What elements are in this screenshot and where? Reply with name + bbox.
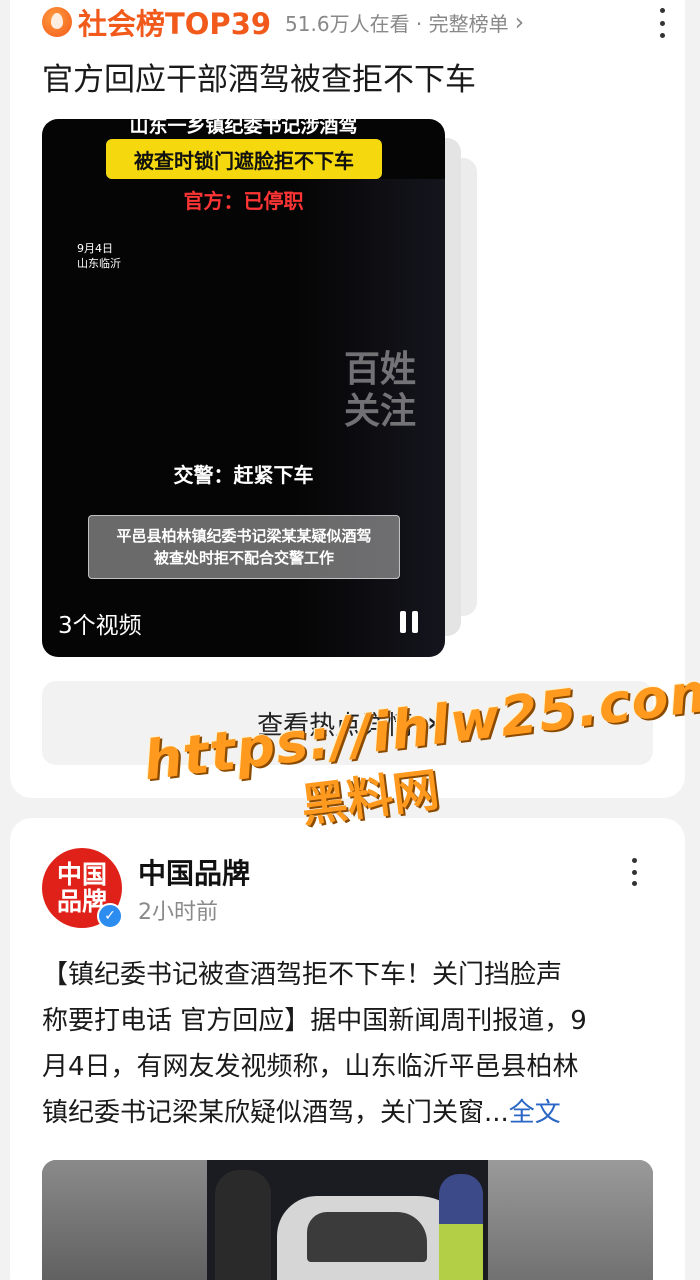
video-caption-line1: 平邑县柏林镇纪委书记梁某某疑似酒驾 (116, 527, 372, 545)
post-text-line4: 镇纪委书记梁某欣疑似酒驾，关门关窗... (42, 1098, 509, 1128)
verified-icon: ✓ (97, 903, 123, 929)
chevron-right-icon: › (427, 708, 438, 738)
video-yellow-banner: 被查时锁门遮脸拒不下车 (106, 139, 382, 179)
police-vest-shape (439, 1224, 483, 1280)
avatar-text-line1: 中国 (56, 860, 107, 889)
post-image[interactable] (42, 1160, 653, 1280)
more-dots-icon[interactable] (652, 8, 672, 38)
rank-meta[interactable]: 51.6万人在看 · 完整榜单 (285, 8, 509, 37)
video-location-line: 山东临沂 (77, 257, 121, 270)
trending-headline[interactable]: 官方回应干部酒驾被查拒不下车 (42, 54, 476, 99)
person-shape (215, 1170, 271, 1280)
post-text-line: 镇纪委书记梁某欣疑似酒驾，关门关窗...全文 (42, 1090, 660, 1136)
post-time: 2小时前 (138, 900, 218, 925)
car-window-shape (307, 1212, 427, 1262)
post-text-line: 月4日，有网友发视频称，山东临沂平邑县柏林 (42, 1052, 579, 1082)
fire-icon (42, 7, 72, 37)
full-text-link[interactable]: 全文 (509, 1098, 561, 1128)
video-red-text: 官方：已停职 (183, 189, 304, 213)
rank-header[interactable]: 社会榜TOP39 51.6万人在看 · 完整榜单 › (42, 4, 525, 41)
video-watermark: 百姓 关注 (344, 349, 424, 433)
video-count: 3个视频 (58, 613, 142, 639)
view-details-label: 查看热点详情 (257, 710, 414, 741)
post-text-line: 称要打电话 官方回应】据中国新闻周刊报道，9 (42, 1006, 587, 1036)
video-watermark-line1: 百姓 (344, 349, 417, 390)
post-image-blur-right (488, 1160, 653, 1280)
video-date: 9月4日 山东临沂 (77, 241, 121, 271)
post-body[interactable]: 【镇纪委书记被查酒驾拒不下车！关门挡脸声 称要打电话 官方回应】据中国新闻周刊报… (42, 952, 660, 1136)
video-watermark-line2: 关注 (344, 391, 417, 432)
more-dots-icon[interactable] (624, 858, 644, 886)
video-date-line: 9月4日 (77, 242, 113, 255)
video-player[interactable]: 山东一乡镇纪委书记涉酒驾 被查时锁门遮脸拒不下车 官方：已停职 9月4日 山东临… (42, 119, 445, 657)
post-image-photo (207, 1160, 488, 1280)
video-top-text: 山东一乡镇纪委书记涉酒驾 (129, 119, 358, 137)
video-caption-line2: 被查处时拒不配合交警工作 (153, 549, 334, 567)
pause-icon[interactable] (400, 611, 420, 633)
post-image-blur-left (42, 1160, 207, 1280)
rank-title: 社会榜TOP39 (78, 7, 272, 41)
video-caption: 平邑县柏林镇纪委书记梁某某疑似酒驾 被查处时拒不配合交警工作 (88, 515, 400, 579)
author-name[interactable]: 中国品牌 (138, 852, 250, 892)
chevron-right-icon: › (514, 8, 525, 36)
post-text-line: 【镇纪委书记被查酒驾拒不下车！关门挡脸声 (42, 960, 563, 990)
view-details-button[interactable]: 查看热点详情 › (42, 681, 653, 765)
video-police-quote: 交警：赶紧下车 (173, 463, 314, 487)
